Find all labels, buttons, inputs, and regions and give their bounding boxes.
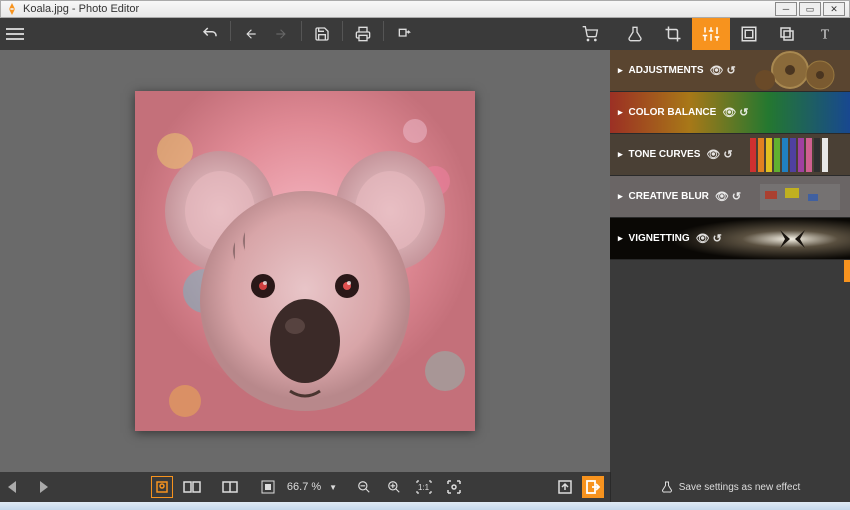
chevron-right-icon: ▸: [618, 149, 623, 160]
export-button[interactable]: [390, 21, 418, 47]
reset-icon[interactable]: ↺: [713, 232, 722, 245]
accordion-tone-curves[interactable]: ▸ TONE CURVES 👁 ↺: [610, 134, 850, 176]
reset-icon[interactable]: ↺: [739, 106, 748, 119]
view-split-button[interactable]: [219, 476, 241, 498]
accordion-color-balance[interactable]: ▸ COLOR BALANCE 👁 ↺: [610, 92, 850, 134]
zoom-fit-button[interactable]: [443, 476, 465, 498]
import-button[interactable]: [554, 476, 576, 498]
window-title: Koala.jpg - Photo Editor: [23, 3, 775, 15]
accordion-label: ADJUSTMENTS: [629, 65, 704, 76]
reset-icon[interactable]: ↺: [732, 190, 741, 203]
os-taskbar: [0, 502, 850, 510]
accordion-label: CREATIVE BLUR: [629, 191, 709, 202]
eye-icon[interactable]: 👁: [706, 148, 720, 161]
prev-image-button[interactable]: [6, 478, 26, 496]
zoom-dropdown-icon[interactable]: ▼: [329, 483, 337, 492]
chevron-right-icon: ▸: [618, 191, 623, 202]
save-effect-label: Save settings as new effect: [679, 482, 801, 493]
apply-exit-button[interactable]: [582, 476, 604, 498]
zoom-level: 66.7 %: [287, 481, 321, 493]
zoom-actual-button[interactable]: 1:1: [413, 476, 435, 498]
save-button[interactable]: [308, 21, 336, 47]
chevron-right-icon: ▸: [618, 65, 623, 76]
side-panel-empty: [610, 260, 850, 472]
reset-icon[interactable]: ↺: [723, 148, 732, 161]
mode-layers-button[interactable]: [768, 18, 806, 50]
eye-icon[interactable]: 👁: [696, 232, 710, 245]
canvas-image[interactable]: [135, 91, 475, 431]
mode-text-button[interactable]: T: [806, 18, 844, 50]
close-button[interactable]: ✕: [823, 2, 845, 16]
accordion-vignetting[interactable]: ▸ VIGNETTING 👁 ↺: [610, 218, 850, 260]
eye-icon[interactable]: 👁: [722, 106, 736, 119]
chevron-right-icon: ▸: [618, 107, 623, 118]
zoom-in-button[interactable]: [383, 476, 405, 498]
adjustments-panel: ▸ ADJUSTMENTS 👁 ↺ ▸ COLOR BALANCE 👁 ↺: [610, 50, 850, 472]
accordion-label: TONE CURVES: [629, 149, 701, 160]
undo-button[interactable]: [196, 21, 224, 47]
mode-adjust-button[interactable]: [692, 18, 730, 50]
accordion-adjustments[interactable]: ▸ ADJUSTMENTS 👁 ↺: [610, 50, 850, 92]
mode-effects-button[interactable]: [616, 18, 654, 50]
koala-photo: [135, 91, 475, 431]
print-button[interactable]: [349, 21, 377, 47]
back-button[interactable]: [237, 21, 265, 47]
app-icon: [5, 2, 19, 16]
reset-icon[interactable]: ↺: [727, 64, 736, 77]
next-image-button[interactable]: [30, 478, 50, 496]
top-toolbar: T: [0, 18, 850, 50]
menu-button[interactable]: [6, 22, 30, 46]
bottom-toolbar: 66.7 % ▼ 1:1: [0, 472, 610, 502]
titlebar: Koala.jpg - Photo Editor ─ ▭ ✕: [0, 0, 850, 18]
mode-crop-button[interactable]: [654, 18, 692, 50]
accordion-label: VIGNETTING: [629, 233, 690, 244]
eye-icon[interactable]: 👁: [710, 64, 724, 77]
eye-icon[interactable]: 👁: [715, 190, 729, 203]
mode-frame-button[interactable]: [730, 18, 768, 50]
maximize-button[interactable]: ▭: [799, 2, 821, 16]
minimize-button[interactable]: ─: [775, 2, 797, 16]
save-as-effect-button[interactable]: Save settings as new effect: [610, 472, 850, 502]
svg-text:T: T: [821, 27, 830, 42]
svg-text:1:1: 1:1: [418, 483, 430, 492]
forward-button[interactable]: [267, 21, 295, 47]
cart-button[interactable]: [576, 21, 604, 47]
accordion-label: COLOR BALANCE: [629, 107, 717, 118]
fit-screen-button[interactable]: [257, 476, 279, 498]
flask-icon: [661, 480, 673, 494]
view-compare-button[interactable]: [181, 476, 203, 498]
zoom-out-button[interactable]: [353, 476, 375, 498]
side-tab-handle[interactable]: [844, 260, 850, 282]
chevron-right-icon: ▸: [618, 233, 623, 244]
accordion-creative-blur[interactable]: ▸ CREATIVE BLUR 👁 ↺: [610, 176, 850, 218]
view-single-button[interactable]: [151, 476, 173, 498]
canvas-area[interactable]: [0, 50, 610, 472]
